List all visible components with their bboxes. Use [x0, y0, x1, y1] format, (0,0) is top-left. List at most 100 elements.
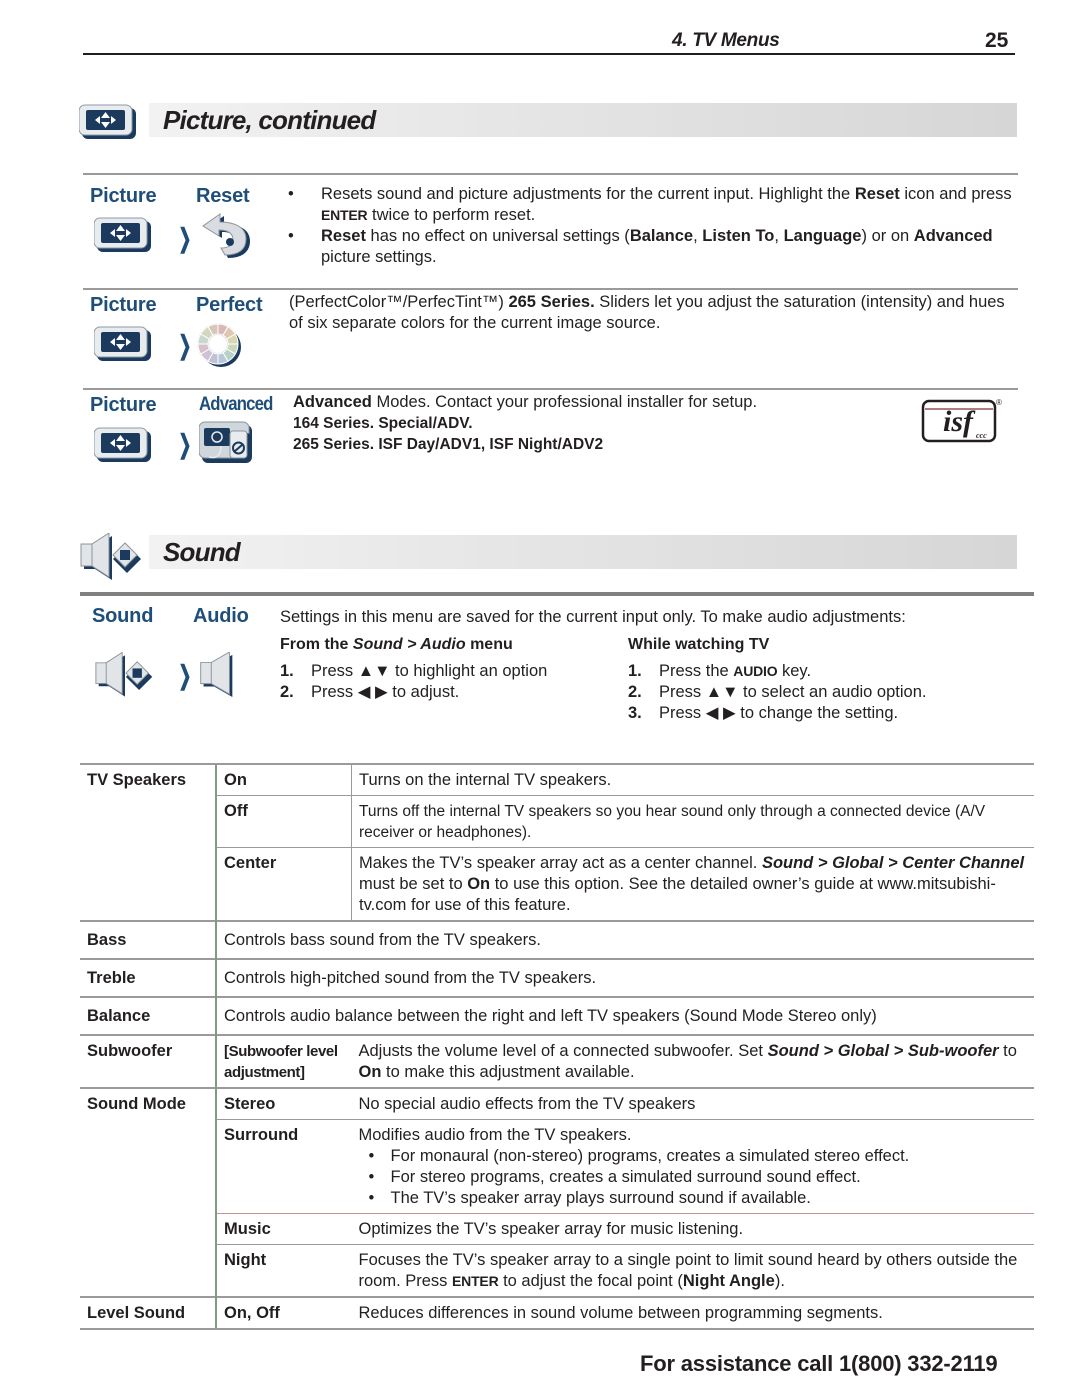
sound-section-header: Sound [149, 535, 1017, 569]
step-text: Press the AUDIO key. [659, 662, 812, 680]
step-item: 1. Press ▲▼ to highlight an option [280, 661, 610, 682]
menu-label-picture: Picture [90, 394, 157, 416]
setting-name: Treble [80, 958, 216, 997]
step-number: 2. [280, 683, 294, 701]
chevron-right-icon: ❯ [178, 223, 192, 253]
step-text: Press ▲▼ to select an audio option. [659, 683, 927, 701]
advanced-line: Advanced Modes. Contact your professiona… [293, 393, 758, 411]
picture-menu-icon [94, 427, 152, 463]
setting-name: Balance [80, 996, 216, 1035]
color-wheel-icon [197, 322, 243, 368]
registered-mark: ® [996, 398, 1002, 407]
step-item: 2. Press ◀ ▶ to adjust. [280, 682, 610, 703]
chevron-right-icon: ❯ [178, 429, 192, 459]
remote-key: AUDIO [733, 663, 778, 679]
section-divider [80, 592, 1034, 596]
assistance-phone: For assistance call 1(800) 332-2119 [640, 1351, 998, 1376]
step-item: 2. Press ▲▼ to select an audio option. [628, 682, 1028, 703]
option-description: Adjusts the volume level of a connected … [351, 1034, 1034, 1088]
sound-options-table: TV Speakers On Turns on the internal TV sp… [80, 763, 1034, 1330]
step-number: 2. [628, 683, 642, 701]
step-text: Press ◀ ▶ to adjust. [311, 683, 460, 701]
remote-key: ENTER [452, 1273, 499, 1289]
bold-term: 265 Series. ISF Day/ADV1, ISF Night/ADV2 [293, 436, 604, 453]
menu-item-advanced: Advanced [199, 394, 273, 415]
setting-description: Controls bass sound from the TV speakers… [215, 920, 1034, 959]
advanced-line: 164 Series. Special/ADV. [293, 413, 893, 434]
table-row: Sound Mode Stereo No special audio effects… [80, 1087, 1034, 1297]
option-name: Center [215, 847, 352, 921]
option-description: Turns off the internal TV speakers so yo… [351, 795, 1034, 848]
sound-menu-icon [94, 652, 156, 698]
reset-arrow-icon [200, 212, 252, 260]
advanced-line: 265 Series. ISF Day/ADV1, ISF Night/ADV2 [293, 434, 893, 455]
option-name: Night [215, 1244, 352, 1297]
table-row: Center Makes the TV’s speaker array act a… [80, 847, 1034, 921]
section-divider [83, 173, 1018, 175]
bold-term: 164 Series. Special/ADV. [293, 415, 473, 432]
picture-section-title: Picture, continued [163, 105, 376, 135]
advanced-settings-icon [199, 421, 257, 465]
step-item: 3. Press ◀ ▶ to change the setting. [628, 703, 1028, 724]
speaker-icon [198, 652, 236, 698]
bold-term: Language [783, 227, 862, 245]
bold-term: Night Angle [682, 1272, 775, 1290]
bold-term: Advanced [293, 393, 372, 411]
setting-name: Subwoofer [80, 1034, 216, 1088]
bold-term: Listen To [702, 227, 775, 245]
option-description: Makes the TV’s speaker array act as a ce… [351, 847, 1034, 921]
bold-term: Balance [629, 227, 694, 245]
option-description: Focuses the TV’s speaker array to a sing… [351, 1244, 1034, 1297]
step-text: Press ◀ ▶ to change the setting. [659, 704, 899, 722]
menu-label-picture: Picture [90, 185, 157, 207]
menu-item-audio: Audio [193, 605, 249, 627]
reset-bullet-list: Resets sound and picture adjustments for… [282, 184, 1018, 268]
setting-name: Bass [80, 920, 216, 959]
table-row: Night Focuses the TV’s speaker array to a… [80, 1244, 1034, 1297]
step-text: Press ▲▼ to highlight an option [311, 662, 548, 680]
picture-section-header: Picture, continued [149, 103, 1017, 137]
table-row: Level Sound On, Off Reduces differences in… [80, 1296, 1034, 1330]
audio-from-menu-column: From the Sound > Audio menu 1. Press ▲▼ t… [280, 634, 610, 703]
step-number: 1. [280, 662, 294, 680]
option-name: Surround [215, 1119, 352, 1214]
option-description: No special audio effects from the TV spe… [351, 1087, 1034, 1120]
option-description: Reduces differences in sound volume betw… [351, 1296, 1034, 1330]
isf-logo-subtext: ccc [976, 431, 987, 440]
setting-name: Sound Mode [80, 1087, 216, 1297]
bullet-item: The TV’s speaker array plays surround so… [359, 1188, 1028, 1209]
option-name: On [215, 763, 352, 796]
audio-from-menu-heading: From the Sound > Audio menu [280, 636, 513, 653]
table-row: Bass Controls bass sound from the TV spea… [80, 920, 1034, 959]
bullet-item: For stereo programs, creates a simulated… [359, 1167, 1028, 1188]
isf-logo: isf ccc ® [920, 395, 1004, 445]
option-name: On, Off [215, 1296, 352, 1330]
bold-term: 265 Series. [508, 293, 595, 311]
table-row: Treble Controls high-pitched sound from t… [80, 958, 1034, 997]
chapter-title: 4. TV Menus [672, 30, 780, 51]
picture-menu-icon [94, 326, 152, 362]
table-row: Balance Controls audio balance between th… [80, 996, 1034, 1035]
section-divider [83, 288, 1018, 290]
option-description: Modifies audio from the TV speakers.For … [351, 1119, 1034, 1214]
menu-path: Sound > Global > Center Channel [761, 854, 1025, 872]
reset-description: Resets sound and picture adjustments for… [282, 184, 1018, 268]
step-item: 1. Press the AUDIO key. [628, 661, 1028, 682]
audio-intro: Settings in this menu are saved for the … [280, 608, 906, 626]
table-row: Off Turns off the internal TV speakers so… [80, 795, 1034, 848]
option-name: Music [215, 1213, 352, 1245]
setting-name: TV Speakers [80, 763, 216, 921]
remote-key: ENTER [321, 207, 368, 223]
section-divider [83, 388, 1018, 390]
picture-menu-icon [94, 217, 152, 253]
table-row: TV Speakers On Turns on the internal TV sp… [80, 763, 1034, 921]
bullet-item: For monaural (non-stereo) programs, crea… [359, 1146, 1028, 1167]
bold-term: On [358, 1063, 382, 1081]
option-description: Turns on the internal TV speakers. [351, 763, 1034, 796]
setting-name: Level Sound [80, 1296, 216, 1330]
header-rule [83, 53, 1015, 55]
isf-logo-text: isf [943, 405, 976, 438]
bullet-item: Resets sound and picture adjustments for… [282, 184, 1018, 226]
option-name: Off [215, 795, 352, 848]
bullet-item: Reset has no effect on universal setting… [282, 226, 1018, 268]
